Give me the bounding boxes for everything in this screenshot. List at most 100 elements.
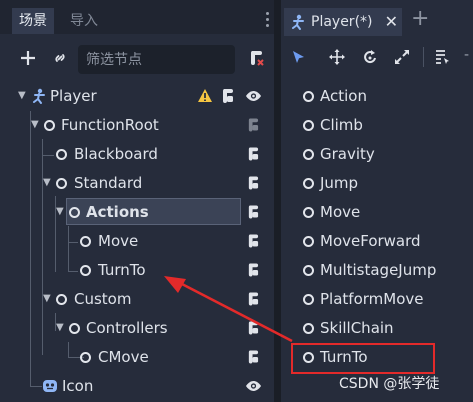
tab-import[interactable]: 导入 [63, 8, 105, 34]
tree-item-blackboard[interactable]: Blackboard [0, 140, 274, 168]
node-circle-icon [56, 149, 67, 160]
link-icon [55, 54, 65, 62]
watermark-text: CSDN @张学徒 [339, 376, 440, 392]
tree-item-turnto[interactable]: TurnTo [0, 256, 274, 284]
node-circle-icon [303, 149, 314, 160]
eye-icon[interactable] [245, 380, 262, 392]
scene-dock: 场景 导入 ▼ Player ▼ Functio [0, 0, 274, 402]
chevron-down-icon[interactable]: ▼ [43, 169, 51, 197]
scene-tabbar: 场景 导入 [0, 0, 274, 34]
tree-item-label: Move [98, 232, 139, 250]
script-add-icon [250, 51, 264, 66]
filter-nodes-field[interactable] [78, 45, 235, 74]
character-body-icon [33, 88, 45, 104]
tab-player-label: Player(*) [311, 14, 373, 30]
tree-item-label: Actions [86, 203, 149, 221]
player-dock: Player(*) ✕ + - Action Climb Gravity Jum… [281, 0, 473, 402]
tree-item-label: FunctionRoot [61, 116, 159, 134]
tree-item-functionroot[interactable]: ▼ FunctionRoot [0, 111, 274, 139]
list-item-label: PlatformMove [320, 290, 424, 308]
script-icon[interactable] [247, 204, 259, 220]
eye-icon[interactable] [245, 90, 262, 102]
node-circle-icon [69, 207, 80, 218]
script-icon[interactable] [247, 233, 259, 249]
node-circle-icon [303, 294, 314, 305]
script-icon[interactable] [247, 291, 259, 307]
chevron-down-icon[interactable]: ▼ [56, 314, 64, 342]
add-tab-button[interactable]: + [411, 6, 429, 31]
script-icon[interactable] [247, 117, 259, 133]
plus-icon [21, 51, 35, 65]
scale-icon[interactable] [394, 49, 410, 65]
tree-item-label: Blackboard [74, 145, 158, 163]
list-select-icon[interactable] [434, 49, 450, 65]
annotation-highlight-box [291, 343, 435, 374]
node-circle-icon [303, 120, 314, 131]
script-icon[interactable] [221, 88, 234, 104]
dock-divider[interactable] [274, 0, 281, 402]
node-circle-icon [303, 323, 314, 334]
node-circle-icon [303, 236, 314, 247]
attach-script-button[interactable] [244, 46, 268, 70]
tree-item-custom[interactable]: ▼ Custom [0, 285, 274, 313]
viewport-toolbar: - [281, 41, 473, 73]
tree-item-controllers[interactable]: ▼ Controllers [0, 314, 274, 342]
node-circle-icon [303, 178, 314, 189]
node-circle-icon [80, 265, 91, 276]
chevron-down-icon[interactable]: ▼ [18, 82, 26, 110]
tree-item-standard[interactable]: ▼ Standard [0, 169, 274, 197]
chevron-down-icon[interactable]: ▼ [43, 285, 51, 313]
node-circle-icon [80, 236, 91, 247]
list-item-label: Jump [320, 174, 359, 192]
tab-player[interactable]: Player(*) ✕ [284, 8, 402, 36]
list-item-label: MoveForward [320, 232, 421, 250]
filter-nodes-input[interactable] [78, 45, 235, 74]
instance-scene-button[interactable] [48, 46, 72, 70]
rotate-icon[interactable] [362, 49, 378, 65]
toolbar-overflow-icon[interactable]: - [464, 47, 469, 63]
close-icon[interactable]: ✕ [385, 8, 398, 36]
chevron-down-icon[interactable]: ▼ [56, 198, 64, 226]
node-circle-icon [56, 178, 67, 189]
list-item-label: Gravity [320, 145, 375, 163]
list-item-label: Climb [320, 116, 363, 134]
node-circle-icon [303, 265, 314, 276]
menu-kebab-icon[interactable] [266, 12, 270, 30]
list-item-label: Action [320, 87, 367, 105]
select-arrow-icon[interactable] [292, 50, 305, 64]
script-icon[interactable] [247, 320, 259, 336]
node-circle-icon [69, 323, 80, 334]
tree-item-cmove[interactable]: CMove [0, 343, 274, 371]
node-circle-icon [303, 207, 314, 218]
chevron-down-icon[interactable]: ▼ [31, 111, 39, 139]
move-icon[interactable] [329, 49, 345, 65]
toolbar-separator [423, 47, 424, 67]
tree-item-icon[interactable]: Icon [0, 372, 274, 400]
tree-item-label: CMove [98, 348, 149, 366]
tree-item-label: TurnTo [98, 261, 146, 279]
node-circle-icon [303, 91, 314, 102]
list-item-label: SkillChain [320, 319, 394, 337]
tree-item-label: Player [50, 87, 97, 105]
node-circle-icon [56, 294, 67, 305]
tree-item-player[interactable]: ▼ Player [0, 82, 274, 110]
script-icon[interactable] [247, 175, 259, 191]
list-item-label: MultistageJump [320, 261, 437, 279]
tab-scene[interactable]: 场景 [12, 8, 54, 34]
warning-icon[interactable] [197, 88, 213, 103]
character-body-icon [292, 14, 304, 30]
tree-item-actions[interactable]: ▼ Actions [0, 198, 274, 226]
tree-item-label: Standard [74, 174, 143, 192]
script-icon[interactable] [247, 262, 259, 278]
script-icon[interactable] [247, 349, 259, 365]
tree-item-label: Controllers [86, 319, 168, 337]
add-node-button[interactable] [16, 46, 40, 70]
list-item-label: Move [320, 203, 361, 221]
tree-item-move[interactable]: Move [0, 227, 274, 255]
tree-item-label: Icon [62, 377, 94, 395]
sprite-icon [43, 380, 57, 392]
script-icon[interactable] [247, 146, 259, 162]
node-circle-icon [44, 120, 55, 131]
node-circle-icon [80, 352, 91, 363]
tree-item-label: Custom [74, 290, 132, 308]
